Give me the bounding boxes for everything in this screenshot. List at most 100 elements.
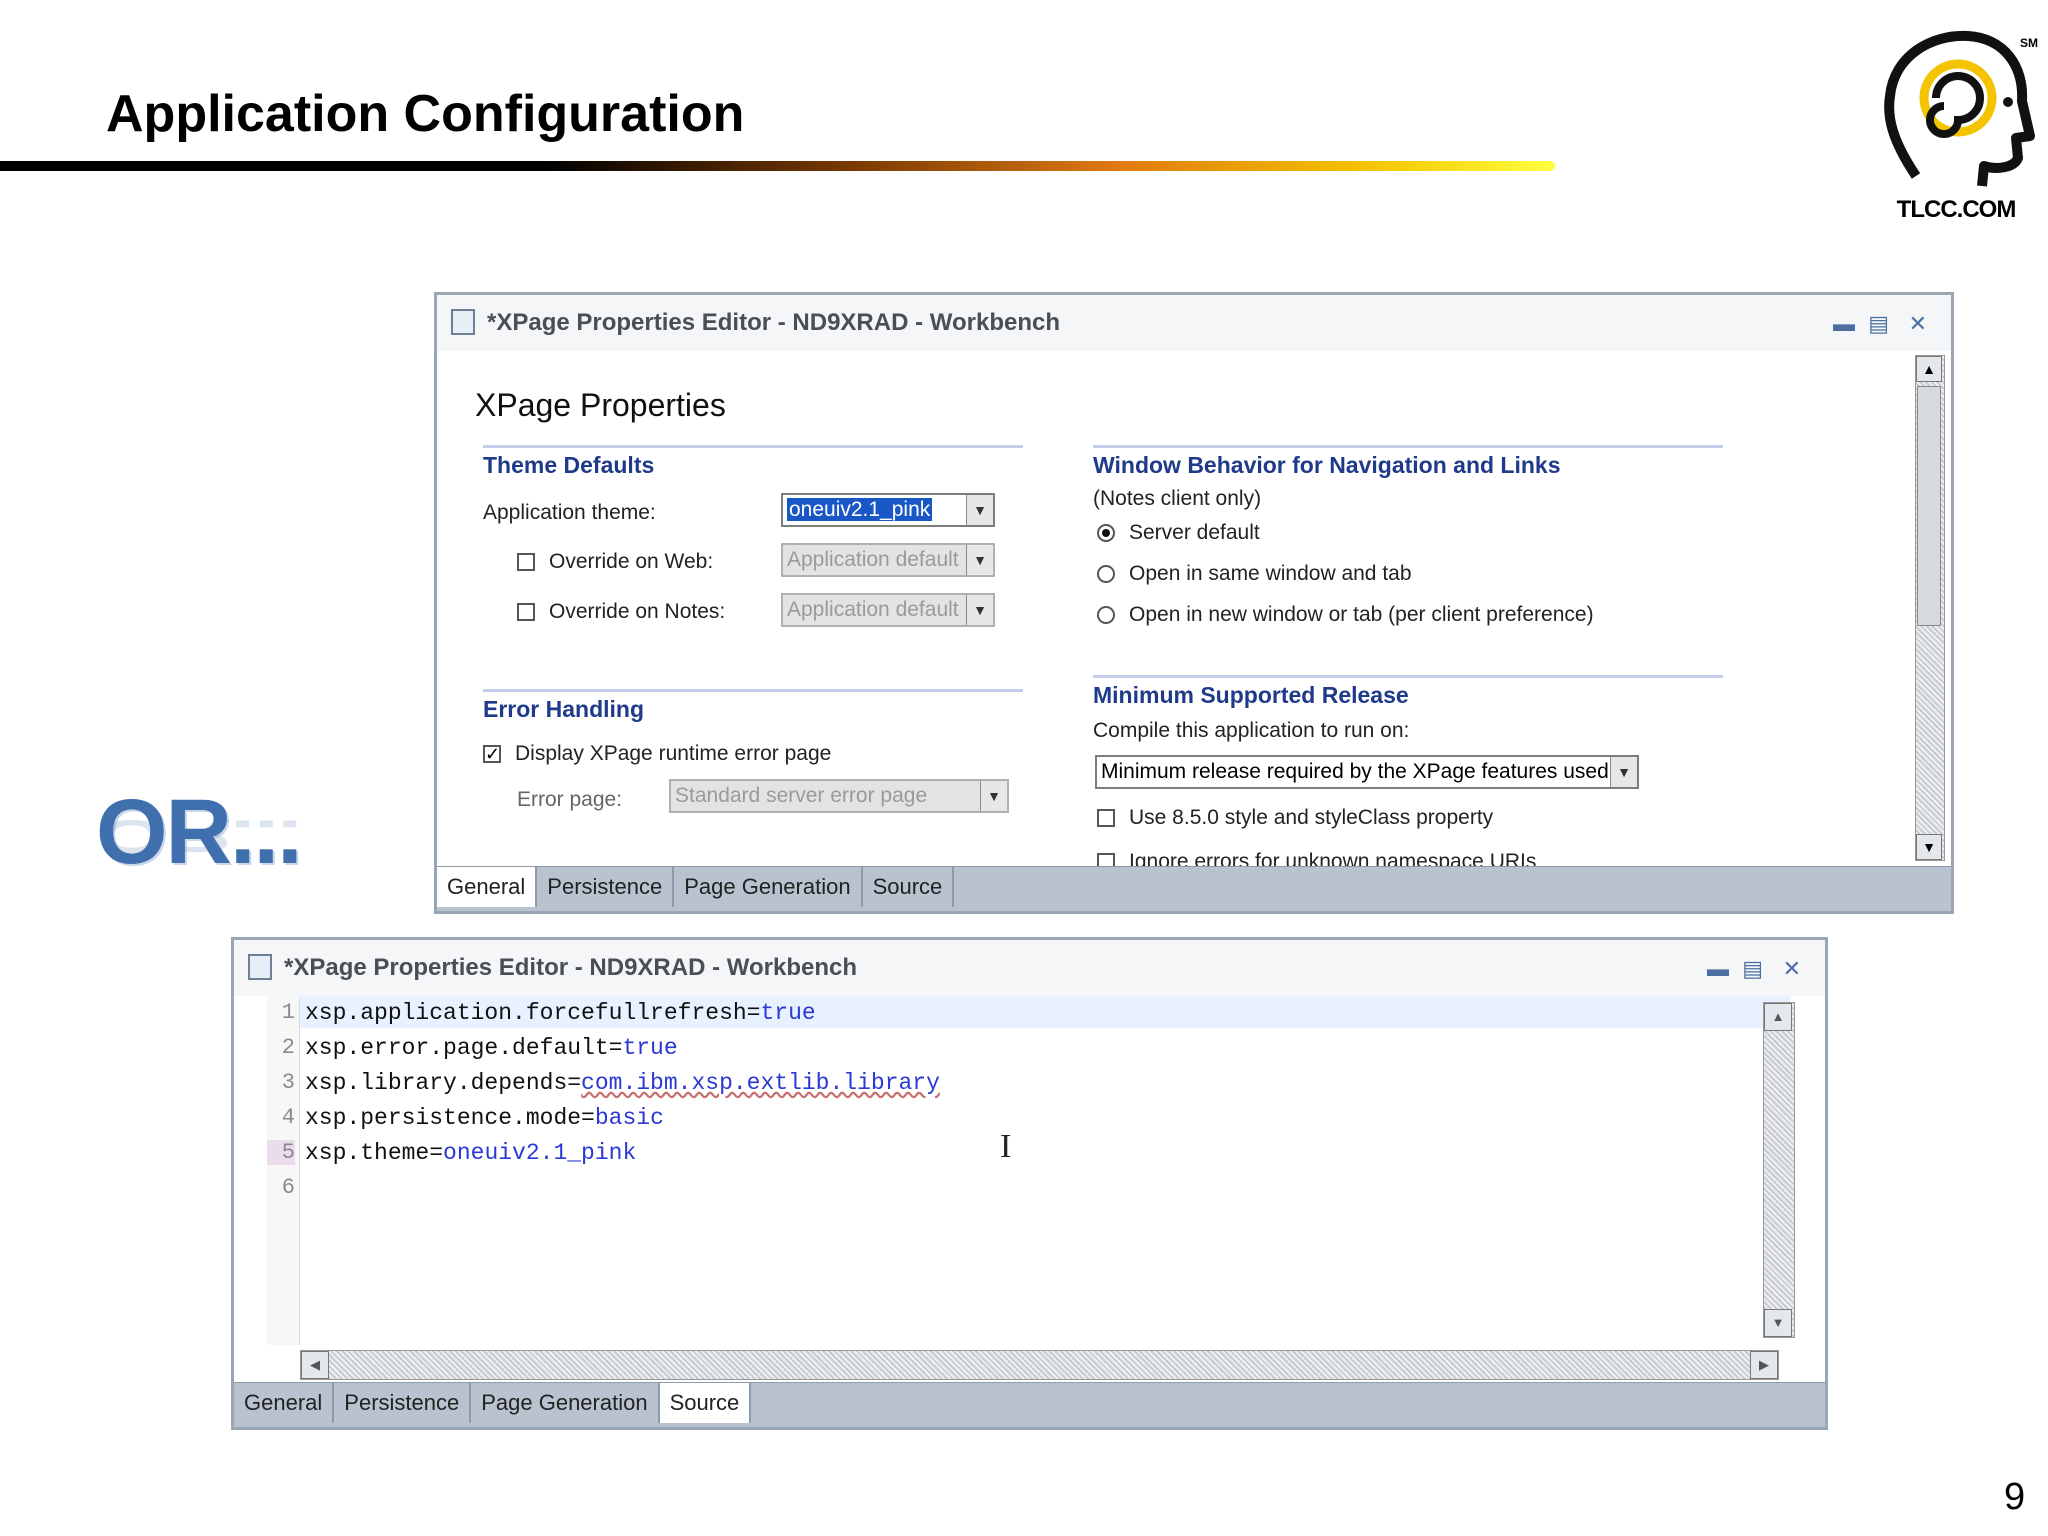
radio-same-window[interactable] xyxy=(1097,565,1115,583)
logo-text: TLCC.COM xyxy=(1896,196,2017,223)
source-editor[interactable]: 1 2 3 4 5 6 xsp.application.forcefullref… xyxy=(267,996,1812,1345)
compile-label: Compile this application to run on: xyxy=(1093,719,1410,742)
code-line: xsp.persistence.mode=basic xyxy=(305,1105,664,1131)
tab-general[interactable]: General xyxy=(437,867,538,907)
code-line: xsp.theme=oneuiv2.1_pink xyxy=(305,1140,636,1166)
scroll-up-icon[interactable]: ▲ xyxy=(1764,1003,1792,1031)
text-cursor-icon: I xyxy=(1000,1128,1012,1165)
override-web-checkbox[interactable] xyxy=(517,553,535,571)
code-line: xsp.application.forcefullrefresh=true xyxy=(305,1000,816,1026)
horizontal-scrollbar[interactable]: ◀ ▶ xyxy=(300,1350,1779,1380)
radio-new-window-label: Open in new window or tab (per client pr… xyxy=(1129,603,1594,626)
notes-client-only-label: (Notes client only) xyxy=(1093,487,1262,510)
code-key: xsp.error.page.default= xyxy=(305,1035,623,1061)
code-key: xsp.persistence.mode= xyxy=(305,1105,595,1131)
radio-new-window[interactable] xyxy=(1097,606,1115,624)
use-850-style-label: Use 8.5.0 style and styleClass property xyxy=(1129,806,1494,829)
error-page-label: Error page: xyxy=(517,788,623,811)
properties-editor-window: *XPage Properties Editor - ND9XRAD - Wor… xyxy=(434,292,1954,914)
window-title: *XPage Properties Editor - ND9XRAD - Wor… xyxy=(487,309,1060,336)
tab-page-generation[interactable]: Page Generation xyxy=(471,1383,660,1423)
chevron-down-icon[interactable]: ▼ xyxy=(1610,757,1637,787)
override-web-select: Application default ▼ xyxy=(781,543,995,577)
minimize-icon[interactable]: ▬ xyxy=(1707,956,1729,982)
slide-title: Application Configuration xyxy=(106,85,745,143)
window-behavior-title: Window Behavior for Navigation and Links xyxy=(1093,445,1723,479)
override-notes-select: Application default ▼ xyxy=(781,593,995,627)
close-icon[interactable]: ✕ xyxy=(1909,311,1927,337)
app-theme-select[interactable]: oneuiv2.1_pink ▼ xyxy=(781,493,995,527)
close-icon[interactable]: ✕ xyxy=(1783,956,1801,982)
minimize-icon[interactable]: ▬ xyxy=(1833,311,1855,337)
tab-persistence[interactable]: Persistence xyxy=(537,867,675,907)
scroll-down-icon[interactable]: ▼ xyxy=(1916,834,1942,860)
code-value: com.ibm.xsp.extlib.library xyxy=(581,1070,940,1096)
properties-editor-icon xyxy=(451,309,475,335)
properties-form: XPage Properties Theme Defaults Applicat… xyxy=(437,351,1917,867)
tab-source[interactable]: Source xyxy=(659,1383,752,1423)
tab-persistence[interactable]: Persistence xyxy=(334,1383,472,1423)
editor-tab-bar: General Persistence Page Generation Source xyxy=(437,866,1951,911)
line-number: 6 xyxy=(281,1175,295,1200)
error-page-select: Standard server error page ▼ xyxy=(669,779,1009,813)
theme-defaults-title: Theme Defaults xyxy=(483,445,1023,479)
tab-page-generation[interactable]: Page Generation xyxy=(674,867,863,907)
source-editor-window: *XPage Properties Editor - ND9XRAD - Wor… xyxy=(231,937,1828,1430)
code-key: xsp.application.forcefullrefresh= xyxy=(305,1000,761,1026)
vertical-scrollbar[interactable]: ▲ ▼ xyxy=(1915,355,1945,861)
scroll-down-icon[interactable]: ▼ xyxy=(1764,1309,1792,1337)
line-number: 5 xyxy=(267,1140,295,1165)
scroll-thumb[interactable] xyxy=(1917,386,1941,626)
scroll-left-icon[interactable]: ◀ xyxy=(301,1351,329,1379)
maximize-icon[interactable]: ▤ xyxy=(1868,311,1889,337)
ignore-namespace-checkbox[interactable] xyxy=(1097,853,1115,867)
line-number: 4 xyxy=(281,1105,295,1130)
page-number: 9 xyxy=(2004,1476,2026,1518)
window-title: *XPage Properties Editor - ND9XRAD - Wor… xyxy=(284,954,857,981)
service-mark: SM xyxy=(2020,36,2038,50)
line-number: 2 xyxy=(281,1035,295,1060)
code-value: basic xyxy=(594,1105,664,1131)
code-value: true xyxy=(760,1000,816,1026)
error-page-value: Standard server error page xyxy=(675,784,928,807)
override-notes-label: Override on Notes: xyxy=(549,600,726,623)
properties-editor-icon xyxy=(248,954,272,980)
maximize-icon[interactable]: ▤ xyxy=(1742,956,1763,982)
override-notes-value: Application default xyxy=(787,598,959,621)
window-titlebar: *XPage Properties Editor - ND9XRAD - Wor… xyxy=(437,295,1951,351)
or-text-reflection: OR... xyxy=(96,810,301,862)
use-850-style-checkbox[interactable] xyxy=(1097,809,1115,827)
override-notes-checkbox[interactable] xyxy=(517,603,535,621)
editor-tab-bar: General Persistence Page Generation Source xyxy=(234,1382,1825,1427)
code-line: xsp.library.depends=com.ibm.xsp.extlib.l… xyxy=(305,1070,940,1096)
tlcc-logo: SM TLCC.COM xyxy=(1876,26,2038,236)
window-titlebar: *XPage Properties Editor - ND9XRAD - Wor… xyxy=(234,940,1825,996)
code-line: xsp.error.page.default=true xyxy=(305,1035,678,1061)
radio-server-default-label: Server default xyxy=(1129,521,1260,544)
tab-general[interactable]: General xyxy=(234,1383,335,1423)
scroll-up-icon[interactable]: ▲ xyxy=(1916,356,1942,382)
chevron-down-icon: ▼ xyxy=(980,781,1007,811)
code-key: xsp.theme= xyxy=(305,1140,444,1166)
app-theme-label: Application theme: xyxy=(483,501,656,524)
line-number: 1 xyxy=(281,1000,295,1025)
code-key: xsp.library.depends= xyxy=(305,1070,582,1096)
min-release-value: Minimum release required by the XPage fe… xyxy=(1101,760,1609,783)
vertical-scrollbar[interactable]: ▲ ▼ xyxy=(1763,1002,1795,1338)
code-value: true xyxy=(622,1035,678,1061)
radio-same-window-label: Open in same window and tab xyxy=(1129,562,1412,585)
error-handling-title: Error Handling xyxy=(483,689,1023,723)
radio-server-default[interactable] xyxy=(1097,524,1115,542)
code-value: oneuiv2.1_pink xyxy=(443,1140,637,1166)
chevron-down-icon[interactable]: ▼ xyxy=(966,495,993,525)
display-error-page-checkbox[interactable]: ✓ xyxy=(483,745,501,763)
ignore-namespace-label: Ignore errors for unknown namespace URIs xyxy=(1129,850,1537,867)
head-spiral-icon xyxy=(1884,30,2035,187)
min-release-select[interactable]: Minimum release required by the XPage fe… xyxy=(1095,755,1639,789)
app-theme-value: oneuiv2.1_pink xyxy=(787,498,933,521)
min-release-title: Minimum Supported Release xyxy=(1093,675,1723,709)
override-web-label: Override on Web: xyxy=(549,550,714,573)
page-heading: XPage Properties xyxy=(475,387,726,423)
tab-source[interactable]: Source xyxy=(863,867,955,907)
scroll-right-icon[interactable]: ▶ xyxy=(1750,1351,1778,1379)
